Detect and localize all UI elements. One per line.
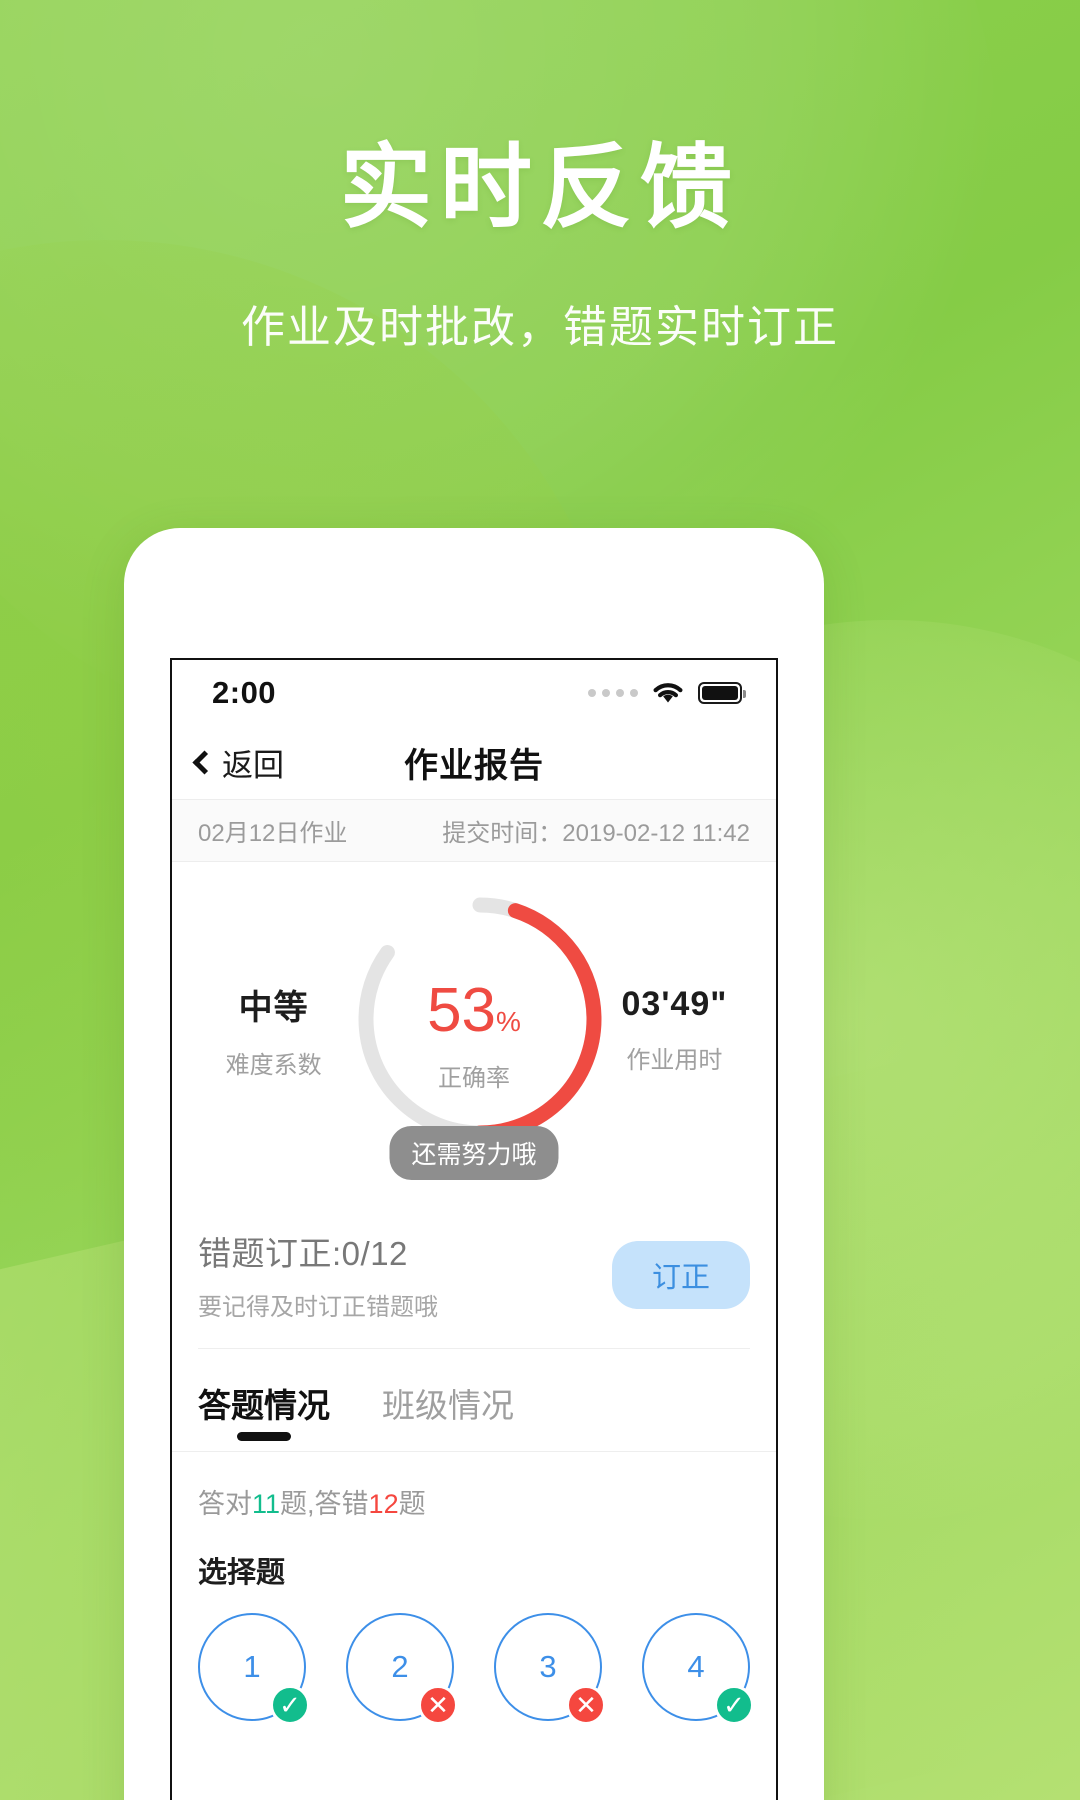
report-summary-section: 中等 难度系数 53% 正确率 还需努力哦 03'49" 作业用时 <box>172 862 776 1197</box>
tab-answer-status[interactable]: 答题情况 <box>198 1379 330 1451</box>
question-grid: 1 ✓ 2 ✕ 3 ✕ 4 ✓ <box>172 1591 776 1725</box>
question-item[interactable]: 3 ✕ <box>494 1613 606 1725</box>
correction-text-block: 错题订正:0/12 要记得及时订正错题哦 <box>198 1227 438 1322</box>
answer-summary: 答对11题,答错12题 <box>172 1452 776 1521</box>
correction-button[interactable]: 订正 <box>611 1240 750 1309</box>
duration-value: 03'49" <box>621 984 728 1023</box>
homework-meta-row: 02月12日作业 提交时间：2019-02-12 11:42 <box>172 800 776 862</box>
promo-title: 实时反馈 <box>339 137 740 239</box>
battery-icon <box>698 682 746 704</box>
difficulty-stat: 中等 难度系数 <box>202 980 345 1080</box>
duration-stat: 03'49" 作业用时 <box>603 985 746 1075</box>
answer-summary-suffix: 题 <box>398 1489 426 1519</box>
question-section-title: 选择题 <box>198 1557 286 1589</box>
correct-check-icon: ✓ <box>270 1685 310 1725</box>
accuracy-value: 53 <box>427 975 497 1045</box>
report-tabs: 答题情况 班级情况 <box>172 1349 776 1452</box>
wrong-count: 12 <box>368 1489 399 1519</box>
answer-summary-prefix: 答对 <box>198 1489 252 1519</box>
accuracy-value-wrap: 53% <box>345 979 603 1042</box>
submit-time: 提交时间：2019-02-12 11:42 <box>442 820 750 847</box>
question-item[interactable]: 1 ✓ <box>198 1613 310 1725</box>
accuracy-label: 正确率 <box>438 1064 510 1092</box>
encourage-badge: 还需努力哦 <box>389 1125 559 1180</box>
status-bar-time: 2:00 <box>212 675 277 710</box>
correct-count: 11 <box>252 1489 281 1519</box>
homework-date: 02月12日作业 <box>198 820 348 847</box>
wrong-cross-icon: ✕ <box>418 1685 458 1725</box>
duration-label: 作业用时 <box>626 1046 723 1074</box>
phone-screen: 2:00 返回 作业报告 02月12日作业 提交时间：2019-02-12 11… <box>170 658 778 1800</box>
accuracy-gauge: 53% 正确率 还需努力哦 <box>345 884 603 1180</box>
back-button[interactable]: 返回 <box>192 740 284 785</box>
signal-dots-icon <box>588 689 638 697</box>
correction-row: 错题订正:0/12 要记得及时订正错题哦 订正 <box>198 1197 750 1349</box>
wrong-cross-icon: ✕ <box>566 1685 606 1725</box>
correction-subtitle: 要记得及时订正错题哦 <box>198 1294 438 1321</box>
status-bar: 2:00 <box>172 660 776 726</box>
correct-check-icon: ✓ <box>714 1685 754 1725</box>
status-bar-indicators <box>588 681 746 706</box>
question-item[interactable]: 4 ✓ <box>642 1613 754 1725</box>
navigation-bar: 返回 作业报告 <box>172 726 776 800</box>
promo-text-block: 实时反馈 作业及时批改，错题实时订正 <box>0 137 1080 355</box>
accuracy-unit: % <box>496 1005 521 1037</box>
question-item[interactable]: 2 ✕ <box>346 1613 458 1725</box>
difficulty-label: 难度系数 <box>225 1051 322 1079</box>
promo-subtitle: 作业及时批改，错题实时订正 <box>241 303 839 353</box>
chevron-left-icon <box>192 750 217 775</box>
back-button-label: 返回 <box>222 748 284 783</box>
correction-title: 错题订正:0/12 <box>198 1235 408 1272</box>
phone-mockup: 2:00 返回 作业报告 02月12日作业 提交时间：2019-02-12 11… <box>124 528 824 1800</box>
accuracy-center-text: 53% 正确率 <box>345 979 603 1093</box>
answer-summary-middle: 题,答错 <box>280 1489 369 1519</box>
wifi-icon <box>653 682 683 702</box>
difficulty-value: 中等 <box>238 988 309 1027</box>
tab-class-status[interactable]: 班级情况 <box>382 1379 514 1451</box>
